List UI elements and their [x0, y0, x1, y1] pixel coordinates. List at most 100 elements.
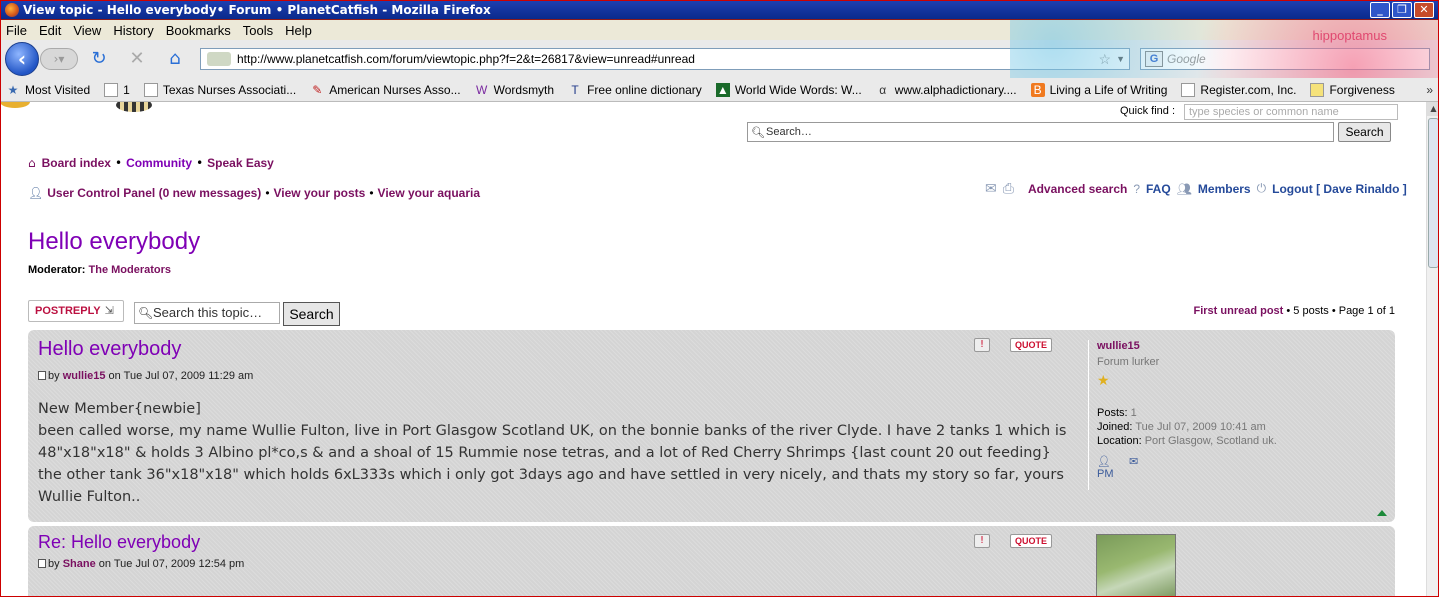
post-date: on Tue Jul 07, 2009 12:54 pm — [98, 558, 245, 570]
page-icon — [104, 82, 119, 97]
scrollbar-thumb[interactable] — [1428, 118, 1439, 268]
byline-by: by — [48, 558, 60, 570]
bookmark-item[interactable]: W Wordsmyth — [475, 83, 554, 97]
back-to-top-icon[interactable] — [1377, 510, 1387, 516]
profile-contact-icons: 👤︎PM ✉ — [1097, 455, 1388, 480]
private-message-icon[interactable]: 👤︎PM — [1097, 455, 1119, 480]
google-icon[interactable]: G — [1145, 51, 1163, 67]
page-icon — [143, 82, 158, 97]
advanced-search-link[interactable]: Advanced search — [1028, 182, 1127, 196]
page-scrollbar[interactable]: ▲ — [1426, 102, 1439, 597]
breadcrumb-board-index[interactable]: Board index — [42, 156, 111, 170]
menu-file[interactable]: File — [0, 23, 33, 38]
moderator-link[interactable]: The Moderators — [89, 264, 172, 276]
bookmark-item[interactable]: ★ Most Visited — [6, 83, 91, 97]
post-title[interactable]: Hello everybody — [38, 338, 181, 361]
menu-tools[interactable]: Tools — [237, 23, 279, 38]
home-icon: ⌂ — [28, 156, 36, 170]
quote-button[interactable]: QUOTE — [1010, 338, 1053, 352]
forum-tools: ✉ ⎙ Advanced search ? FAQ 👥︎ Members ⏻ L… — [985, 180, 1407, 197]
back-button[interactable]: ‹ — [5, 42, 39, 76]
reload-icon[interactable]: ↻ — [88, 48, 110, 70]
topic-search-input[interactable]: 🔍︎ Search this topic… — [134, 302, 280, 324]
bookmark-item[interactable]: α www.alphadictionary.... — [876, 82, 1017, 97]
bookmarks-overflow-icon[interactable]: » — [1426, 83, 1433, 97]
post-title[interactable]: Re: Hello everybody — [38, 532, 200, 553]
menu-edit[interactable]: Edit — [33, 23, 67, 38]
user-control-panel-link[interactable]: User Control Panel (0 new messages) — [47, 186, 261, 200]
stop-icon[interactable]: ✕ — [126, 48, 148, 70]
moderator-label: Moderator: — [28, 264, 86, 276]
stat-value[interactable]: 1 — [1131, 407, 1137, 419]
bookmark-item[interactable]: Texas Nurses Associati... — [143, 82, 296, 97]
post-reply-button[interactable]: POSTREPLY ⇲ — [28, 300, 124, 322]
bookmark-item[interactable]: ✎ American Nurses Asso... — [310, 83, 460, 97]
post-author[interactable]: wullie15 — [63, 370, 106, 382]
profile-username[interactable]: wullie15 — [1097, 340, 1388, 352]
bookmarks-toolbar: ★ Most Visited 1 Texas Nurses Associati..… — [0, 78, 1439, 102]
view-your-posts-link[interactable]: View your posts — [274, 186, 366, 200]
site-search-input[interactable]: 🔍︎ Search… — [747, 122, 1334, 142]
breadcrumb: ⌂ Board index • Community • Speak Easy — [28, 156, 274, 170]
quote-button[interactable]: QUOTE — [1010, 534, 1053, 548]
breadcrumb-community[interactable]: Community — [126, 156, 192, 170]
restore-button[interactable]: ❐ — [1392, 2, 1412, 18]
post-actions: ! QUOTE — [974, 534, 1053, 548]
topic-title[interactable]: Hello everybody — [28, 228, 200, 256]
view-your-aquaria-link[interactable]: View your aquaria — [378, 186, 481, 200]
url-dropdown-icon[interactable]: ▼ — [1116, 54, 1125, 64]
post: Hello everybody by wullie15 on Tue Jul 0… — [28, 330, 1395, 522]
firefox-icon — [5, 3, 19, 17]
report-post-icon[interactable]: ! — [974, 338, 990, 352]
search-icon: 🔍︎ — [751, 127, 765, 139]
bookmark-label: Register.com, Inc. — [1200, 82, 1297, 97]
avatar[interactable] — [1096, 534, 1176, 597]
post-icon[interactable] — [38, 559, 46, 568]
email-topic-icon[interactable]: ✉ — [985, 180, 997, 197]
post-byline: by wullie15 on Tue Jul 07, 2009 11:29 am — [38, 370, 253, 382]
bookmark-icon: ✎ — [312, 82, 323, 97]
report-post-icon[interactable]: ! — [974, 534, 990, 548]
menu-bookmarks[interactable]: Bookmarks — [160, 23, 237, 38]
breadcrumb-speak-easy[interactable]: Speak Easy — [207, 156, 274, 170]
bookmark-star-icon[interactable]: ☆ — [1098, 51, 1111, 68]
search-engine-placeholder: Google — [1167, 52, 1206, 66]
post-author[interactable]: Shane — [63, 558, 96, 570]
menu-help[interactable]: Help — [279, 23, 318, 38]
logout-link[interactable]: Logout [ Dave Rinaldo ] — [1272, 182, 1407, 196]
scroll-up-icon[interactable]: ▲ — [1427, 102, 1439, 116]
forward-button[interactable]: ›▾ — [40, 48, 78, 70]
bookmark-label: www.alphadictionary.... — [894, 82, 1017, 97]
url-text: http://www.planetcatfish.com/forum/viewt… — [237, 52, 695, 66]
bookmark-item[interactable]: ▲ World Wide Words: W... — [715, 82, 862, 97]
bookmark-icon: W — [475, 82, 488, 97]
menu-history[interactable]: History — [107, 23, 159, 38]
bookmark-item[interactable]: Forgiveness — [1310, 82, 1395, 97]
minimize-button[interactable]: _ — [1370, 2, 1390, 18]
bookmark-item[interactable]: T Free online dictionary — [568, 83, 701, 97]
quickfind-input[interactable]: type species or common name — [1184, 104, 1398, 120]
bookmark-item[interactable]: 1 — [104, 82, 130, 97]
bookmark-item[interactable]: B Living a Life of Writing — [1030, 82, 1167, 97]
members-link[interactable]: Members — [1198, 182, 1251, 196]
stat-label: Location: — [1097, 435, 1142, 447]
separator: • — [265, 186, 270, 200]
print-icon[interactable]: ⎙ — [1003, 180, 1014, 197]
home-icon[interactable]: ⌂ — [164, 48, 186, 70]
search-engine-input[interactable]: G Google — [1140, 48, 1430, 70]
first-unread-link[interactable]: First unread post — [1193, 305, 1283, 317]
topic-search-button[interactable]: Search — [283, 302, 340, 326]
post-icon[interactable] — [38, 371, 46, 380]
stat-label: Joined: — [1097, 421, 1133, 433]
user-icon: 👤︎ — [28, 186, 44, 200]
url-bar[interactable]: http://www.planetcatfish.com/forum/viewt… — [200, 48, 1130, 70]
menu-view[interactable]: View — [67, 23, 107, 38]
site-search-button[interactable]: Search — [1338, 122, 1391, 142]
bookmark-label: Wordsmyth — [493, 82, 555, 97]
close-button[interactable]: ✕ — [1414, 2, 1434, 18]
profile-location: Location: Port Glasgow, Scotland uk. — [1097, 435, 1388, 447]
stat-value: Tue Jul 07, 2009 10:41 am — [1135, 421, 1266, 433]
email-icon[interactable]: ✉ — [1129, 455, 1151, 469]
faq-link[interactable]: FAQ — [1146, 182, 1171, 196]
bookmark-item[interactable]: Register.com, Inc. — [1181, 82, 1297, 97]
